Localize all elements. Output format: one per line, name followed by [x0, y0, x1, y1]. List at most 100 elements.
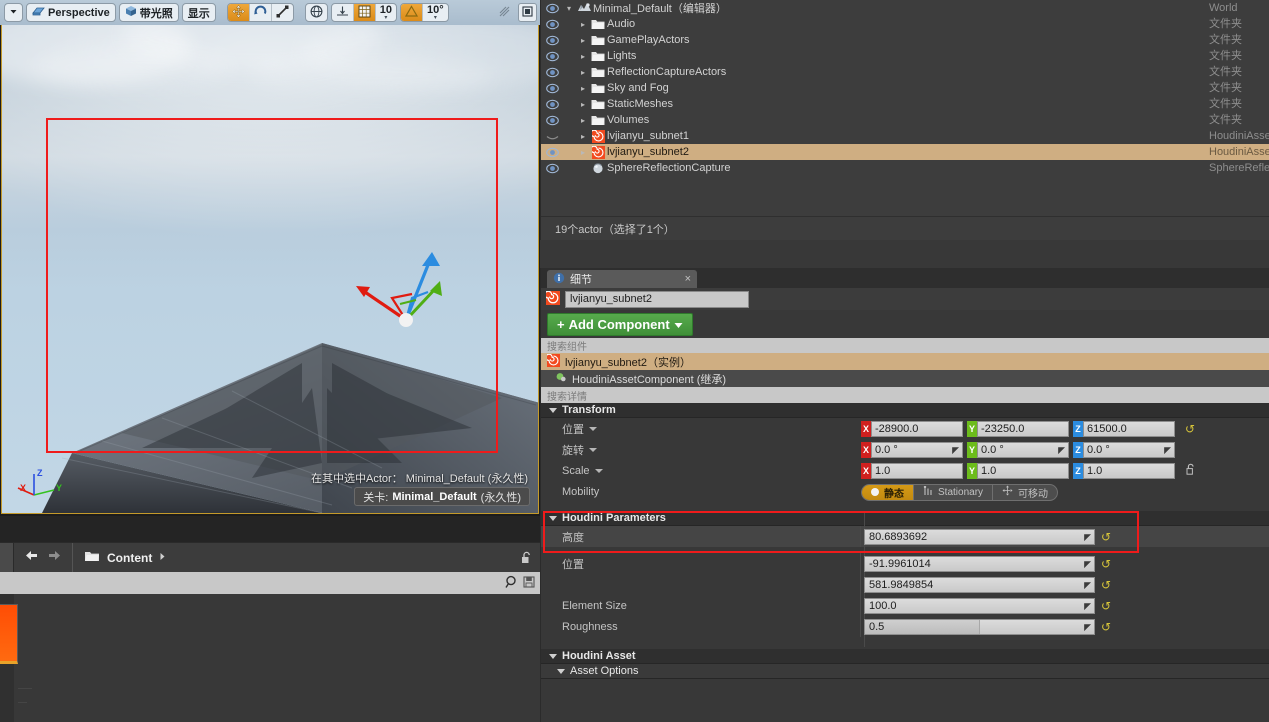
viewport-options-button[interactable]: [5, 4, 22, 21]
rotation-label-group[interactable]: 旋转: [541, 442, 861, 458]
content-browser-tab-stub[interactable]: [0, 542, 14, 573]
drag-handle-icon[interactable]: ◤: [1084, 559, 1091, 570]
houdini-param-position-field-2[interactable]: 581.9849854 ◤: [864, 576, 1095, 593]
angle-snap-group[interactable]: 10° ▾: [400, 3, 449, 22]
rotation-x[interactable]: X 0.0 ° ◤: [861, 441, 963, 458]
component-search-field[interactable]: 搜索组件: [541, 338, 1269, 353]
reset-position-2-icon[interactable]: ↺: [1101, 578, 1111, 592]
outliner-row[interactable]: ▸ Sky and Fog 文件夹: [541, 80, 1269, 96]
angle-snap-button[interactable]: [401, 4, 424, 21]
surface-snap-button[interactable]: [332, 4, 354, 21]
chevron-right-icon[interactable]: ▸: [577, 100, 589, 109]
translate-mode-button[interactable]: [227, 4, 250, 21]
location-x[interactable]: X -28900.0: [861, 420, 963, 437]
drag-handle-icon[interactable]: ◤: [1084, 580, 1091, 591]
view-mode-group[interactable]: 带光照: [118, 3, 179, 22]
outliner-row[interactable]: ▸ ReflectionCaptureActors 文件夹: [541, 64, 1269, 80]
viewport-options-group[interactable]: [4, 3, 23, 22]
mobility-static-button[interactable]: 静态: [862, 484, 914, 500]
details-search-field[interactable]: 搜索详情: [541, 387, 1269, 403]
chevron-down-icon[interactable]: ▾: [563, 4, 575, 13]
chevron-right-icon[interactable]: ▸: [577, 116, 589, 125]
outliner-row[interactable]: ▸ Volumes 文件夹: [541, 112, 1269, 128]
outliner-row[interactable]: ▸ Lights 文件夹: [541, 48, 1269, 64]
content-browser-search[interactable]: [0, 572, 540, 594]
eye-hidden-icon[interactable]: [541, 131, 563, 142]
eye-icon[interactable]: [541, 3, 563, 14]
outliner-row[interactable]: ▸ StaticMeshes 文件夹: [541, 96, 1269, 112]
outliner-row[interactable]: ▸ Audio 文件夹: [541, 16, 1269, 32]
chevron-right-icon[interactable]: ▸: [577, 36, 589, 45]
scale-y-field[interactable]: 1.0: [977, 462, 1069, 479]
chevron-right-icon[interactable]: [159, 552, 166, 564]
houdini-param-position-field-1[interactable]: -91.9961014 ◤: [864, 555, 1095, 572]
search-input[interactable]: [0, 572, 505, 594]
drag-handle-icon[interactable]: ◤: [1058, 445, 1065, 456]
outliner-row[interactable]: ▾ Minimal_Default（编辑器） World: [541, 0, 1269, 16]
angle-value-button[interactable]: 10° ▾: [423, 4, 448, 21]
chevron-right-icon[interactable]: ▸: [577, 68, 589, 77]
tab-details[interactable]: 细节 ×: [547, 270, 697, 288]
snap-group[interactable]: 10 ▾: [330, 3, 398, 22]
unlock-icon[interactable]: [520, 551, 532, 568]
location-label-group[interactable]: 位置: [541, 421, 861, 437]
outliner-row[interactable]: SphereReflectionCapture SphereReflec: [541, 160, 1269, 176]
arrow-right-icon[interactable]: [47, 549, 62, 566]
arrow-left-icon[interactable]: [24, 549, 39, 566]
rotation-x-field[interactable]: 0.0 ° ◤: [871, 441, 963, 458]
grid-size-button[interactable]: 10 ▾: [376, 4, 396, 21]
camera-speed-button[interactable]: [495, 3, 514, 22]
scale-y[interactable]: Y 1.0: [967, 462, 1069, 479]
eye-icon[interactable]: [541, 99, 563, 110]
transform-section-header[interactable]: Transform: [541, 403, 1269, 418]
show-menu-group[interactable]: 显示: [181, 3, 216, 22]
asset-options-header[interactable]: Asset Options: [541, 664, 1269, 679]
add-component-button[interactable]: + Add Component: [547, 313, 693, 336]
grid-snap-button[interactable]: [353, 4, 376, 21]
scale-label-group[interactable]: Scale: [541, 465, 861, 477]
viewport-3d-scene[interactable]: X Y Z 在其中选中Actor： Minimal_Default (永久性) …: [1, 25, 539, 514]
eye-icon[interactable]: [541, 163, 563, 174]
drag-handle-icon[interactable]: ◤: [1084, 622, 1091, 633]
location-y-field[interactable]: -23250.0: [977, 420, 1069, 437]
chevron-right-icon[interactable]: ▸: [577, 20, 589, 29]
rotation-y-field[interactable]: 0.0 ° ◤: [977, 441, 1069, 458]
houdini-param-height-field[interactable]: 80.6893692 ◤: [864, 528, 1095, 545]
houdini-param-element-size-field[interactable]: 100.0 ◤: [864, 597, 1095, 614]
maximize-viewport-button[interactable]: [518, 3, 537, 22]
component-row-instance[interactable]: lvjianyu_subnet2（实例）: [541, 353, 1269, 370]
transform-gizmo[interactable]: [354, 250, 464, 345]
scale-x-field[interactable]: 1.0: [871, 462, 963, 479]
reset-element-size-icon[interactable]: ↺: [1101, 599, 1111, 613]
eye-icon[interactable]: [541, 67, 563, 78]
eye-icon[interactable]: [541, 83, 563, 94]
chevron-right-icon[interactable]: ▸: [577, 148, 589, 157]
drag-handle-icon[interactable]: ◤: [1164, 445, 1171, 456]
show-menu-button[interactable]: 显示: [183, 4, 215, 21]
outliner-row[interactable]: ▸ lvjianyu_subnet1 HoudiniAsset: [541, 128, 1269, 144]
houdini-param-roughness-field[interactable]: 0.5 ◤: [864, 618, 1095, 635]
perspective-button[interactable]: Perspective: [27, 4, 115, 21]
outliner-row[interactable]: ▸ lvjianyu_subnet2 HoudiniAsset: [541, 144, 1269, 160]
drag-handle-icon[interactable]: ◤: [952, 445, 959, 456]
actor-name-input[interactable]: [565, 290, 749, 308]
location-z[interactable]: Z 61500.0: [1073, 420, 1175, 437]
eye-icon[interactable]: [541, 35, 563, 46]
eye-icon[interactable]: [541, 147, 563, 158]
camera-mode-group[interactable]: Perspective: [26, 3, 116, 22]
outliner-row[interactable]: ▸ GamePlayActors 文件夹: [541, 32, 1269, 48]
reset-height-icon[interactable]: ↺: [1101, 530, 1111, 544]
chevron-right-icon[interactable]: ▸: [577, 52, 589, 61]
breadcrumb-content-label[interactable]: Content: [107, 551, 152, 565]
eye-icon[interactable]: [541, 115, 563, 126]
scale-z[interactable]: Z 1.0: [1073, 462, 1175, 479]
coordinate-system-group[interactable]: [304, 3, 328, 22]
rotation-z-field[interactable]: 0.0 ° ◤: [1083, 441, 1175, 458]
reset-roughness-icon[interactable]: ↺: [1101, 620, 1111, 634]
close-icon[interactable]: ×: [685, 273, 691, 285]
scale-mode-button[interactable]: [272, 4, 293, 21]
drag-handle-icon[interactable]: ◤: [1084, 601, 1091, 612]
transform-gizmo-group[interactable]: [226, 3, 294, 22]
mobility-stationary-button[interactable]: Stationary: [914, 484, 994, 500]
location-y[interactable]: Y -23250.0: [967, 420, 1069, 437]
